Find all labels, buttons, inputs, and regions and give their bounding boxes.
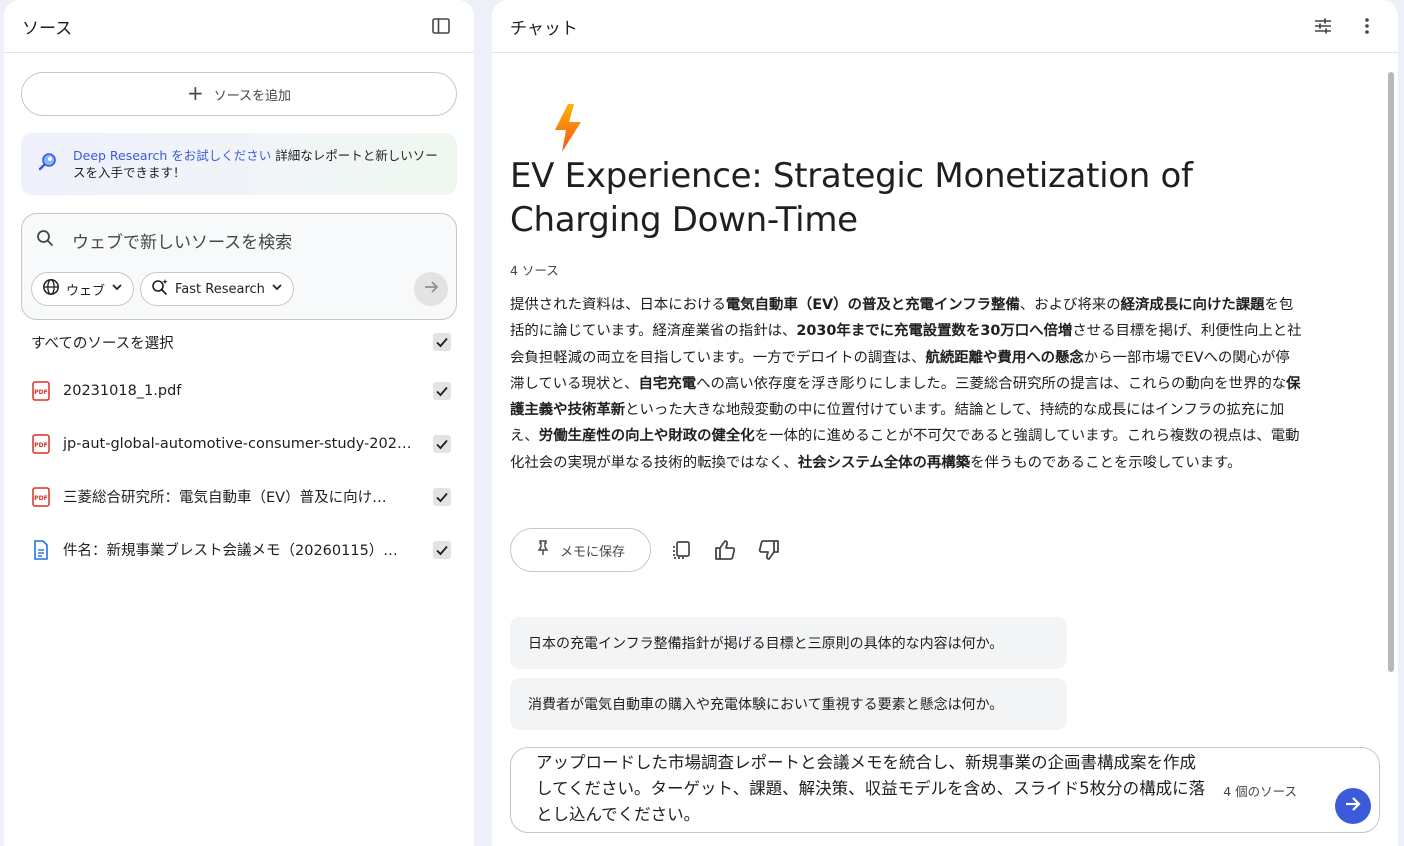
svg-text:PDF: PDF xyxy=(34,442,47,449)
chat-title: チャット xyxy=(510,18,578,39)
summary-emphasis: 社会システム全体の再構築 xyxy=(797,454,971,471)
deep-research-banner[interactable]: Deep Research をお試しください 詳細なレポートと新しいソースを入手… xyxy=(21,133,457,195)
summary-text: 提供された資料は、日本における xyxy=(510,297,726,313)
chat-panel: チャット EV Experience: Strategic Monetizati… xyxy=(492,0,1398,846)
pdf-icon: PDF xyxy=(31,433,51,454)
sidebar-toggle-icon[interactable] xyxy=(426,11,456,41)
more-vert-icon[interactable] xyxy=(1352,11,1382,41)
add-source-label: ソースを追加 xyxy=(213,88,292,104)
deep-research-icon xyxy=(37,151,59,177)
select-all-label: すべてのソースを選択 xyxy=(31,335,174,352)
arrow-right-icon xyxy=(422,278,440,300)
pdf-icon: PDF xyxy=(31,380,51,401)
send-button[interactable] xyxy=(1335,788,1371,824)
checkbox-checked-icon xyxy=(436,337,448,348)
input-source-count: 4 個のソース xyxy=(1223,784,1297,799)
thumb-up-icon[interactable] xyxy=(711,536,739,564)
source-name: 件名：新規事業ブレスト会議メモ（20260115）… xyxy=(63,543,398,559)
search-input[interactable]: ウェブで新しいソースを検索 xyxy=(72,228,292,253)
web-search-box: ウェブで新しいソースを検索 ウェブ Fast Research xyxy=(21,213,457,320)
source-checkbox[interactable] xyxy=(433,434,451,453)
pin-icon xyxy=(536,540,550,560)
add-source-button[interactable]: + ソースを追加 xyxy=(21,72,457,116)
source-checkbox[interactable] xyxy=(433,540,451,559)
summary-text: を伴うものであることを示唆しています。 xyxy=(970,454,1242,471)
suggested-question[interactable]: 消費者が電気自動車の購入や充電体験において重視する要素と懸念は何か。 xyxy=(510,678,1067,730)
summary-emphasis: 電気自動車（EV）の普及と充電インフラ整備 xyxy=(725,297,1020,313)
chevron-down-icon xyxy=(111,281,123,297)
source-name: 20231018_1.pdf xyxy=(63,382,182,399)
summary-emphasis: 経済成長に向けた課題 xyxy=(1120,297,1265,313)
search-submit-button[interactable] xyxy=(414,272,448,306)
svg-text:PDF: PDF xyxy=(34,389,47,396)
mode-chip-label: Fast Research xyxy=(175,281,265,297)
source-checkbox[interactable] xyxy=(433,487,451,506)
summary-emphasis: 航続距離や費用への懸念 xyxy=(925,349,1084,366)
sources-title: ソース xyxy=(22,18,73,39)
note-title: EV Experience: Strategic Monetization of… xyxy=(510,156,1193,240)
svg-text:PDF: PDF xyxy=(34,495,47,502)
summary-text: 、および将来の xyxy=(1019,297,1121,313)
response-actions: メモに保存 xyxy=(510,528,783,572)
plus-icon: + xyxy=(186,81,204,105)
summary-emphasis: 2030年までに充電設置数を30万口へ倍増 xyxy=(796,323,1073,340)
web-chip-label: ウェブ xyxy=(66,283,106,299)
sparkle-search-icon xyxy=(151,278,169,300)
select-all-checkbox[interactable] xyxy=(433,333,451,351)
save-to-note-label: メモに保存 xyxy=(559,544,625,560)
search-icon xyxy=(36,229,54,251)
sources-header: ソース xyxy=(4,0,474,53)
thumb-down-icon[interactable] xyxy=(755,536,783,564)
deep-research-text: Deep Research をお試しください 詳細なレポートと新しいソースを入手… xyxy=(73,147,441,181)
deep-research-link[interactable]: Deep Research をお試しください xyxy=(73,148,271,163)
summary-text: への高い依存度を浮き彫りにしました。三菱総合研究所の提言は、これらの動向を世界的… xyxy=(696,375,1287,392)
suggested-question[interactable]: 日本の充電インフラ整備指針が掲げる目標と三原則の具体的な内容は何か。 xyxy=(510,617,1067,669)
copy-icon[interactable] xyxy=(667,536,695,564)
pdf-icon: PDF xyxy=(31,486,51,507)
chevron-down-icon xyxy=(271,281,283,297)
tune-icon[interactable] xyxy=(1308,11,1338,41)
select-all-row[interactable]: すべてのソースを選択 xyxy=(31,328,451,356)
chat-header: チャット xyxy=(492,0,1398,53)
globe-icon xyxy=(42,278,60,300)
source-item[interactable]: PDF jp-aut-global-automotive-consumer-st… xyxy=(31,417,451,470)
chat-input[interactable]: アップロードした市場調査レポートと会議メモを統合し、新規事業の企画書構成案を作成… xyxy=(536,750,1206,828)
source-list: PDF 20231018_1.pdf PDF jp-aut-global-aut… xyxy=(31,364,451,576)
sources-panel: ソース + ソースを追加 Deep Research をお試しください 詳細なレ… xyxy=(4,0,474,846)
send-icon xyxy=(1343,794,1363,818)
source-item[interactable]: PDF 三菱総合研究所：電気自動車（EV）普及に向け… xyxy=(31,470,451,523)
research-mode-dropdown[interactable]: Fast Research xyxy=(140,272,294,306)
source-item[interactable]: 件名：新規事業ブレスト会議メモ（20260115）… xyxy=(31,523,451,576)
summary-emphasis: 自宅充電 xyxy=(638,375,697,392)
save-to-note-button[interactable]: メモに保存 xyxy=(510,528,651,572)
web-source-dropdown[interactable]: ウェブ xyxy=(31,272,135,306)
lightning-icon xyxy=(550,102,586,158)
chat-input-box[interactable]: アップロードした市場調査レポートと会議メモを統合し、新規事業の企画書構成案を作成… xyxy=(510,747,1380,833)
note-summary: 提供された資料は、日本における電気自動車（EV）の普及と充電インフラ整備、および… xyxy=(510,292,1302,476)
summary-emphasis: 労働生産性の向上や財政の健全化 xyxy=(538,428,755,445)
source-item[interactable]: PDF 20231018_1.pdf xyxy=(31,364,451,417)
doc-icon xyxy=(31,539,51,560)
chat-scrollbar[interactable] xyxy=(1388,72,1394,672)
source-name: jp-aut-global-automotive-consumer-study-… xyxy=(63,435,412,452)
source-checkbox[interactable] xyxy=(433,381,451,400)
note-source-count: 4 ソース xyxy=(510,263,559,278)
source-name: 三菱総合研究所：電気自動車（EV）普及に向け… xyxy=(63,490,387,506)
